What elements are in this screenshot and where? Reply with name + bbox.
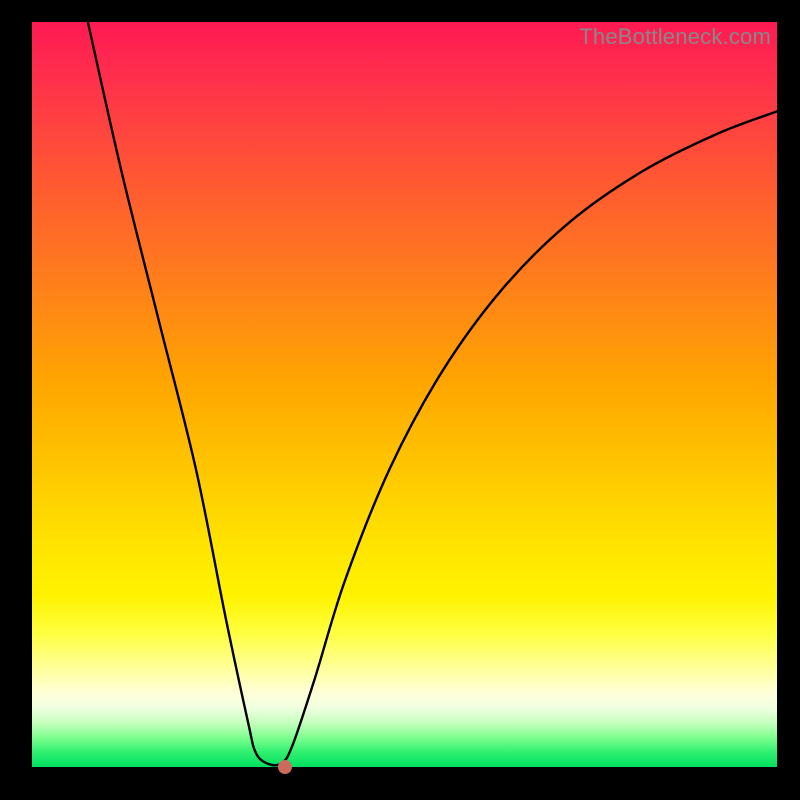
bottleneck-curve [88,22,777,765]
optimum-marker [278,760,292,774]
curve-layer [32,22,777,767]
plot-area: TheBottleneck.com [32,22,777,767]
chart-frame: TheBottleneck.com [0,0,800,800]
